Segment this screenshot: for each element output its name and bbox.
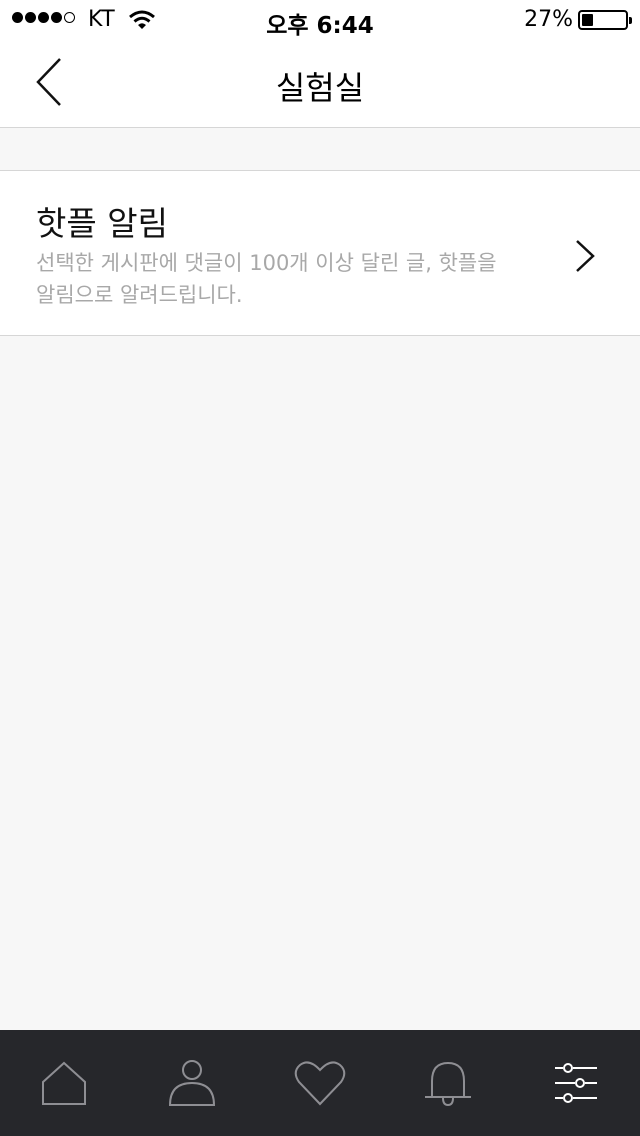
tab-bar (0, 1030, 640, 1136)
chevron-right-icon (574, 239, 596, 277)
heart-icon (294, 1061, 346, 1106)
hotplace-notification-row[interactable]: 핫플 알림 선택한 게시판에 댓글이 100개 이상 달린 글, 핫플을 알림으… (0, 170, 640, 336)
tab-favorites[interactable] (256, 1030, 384, 1136)
bell-icon (425, 1061, 471, 1107)
tab-notifications[interactable] (384, 1030, 512, 1136)
row-description: 선택한 게시판에 댓글이 100개 이상 달린 글, 핫플을 알림으로 알려드립… (36, 251, 497, 307)
tab-settings[interactable] (512, 1030, 640, 1136)
settings-sliders-icon (555, 1063, 597, 1103)
navigation-bar: 실험실 (0, 40, 640, 128)
page-title: 실험실 (275, 69, 365, 107)
battery-icon (578, 10, 632, 30)
home-icon (42, 1061, 86, 1105)
screen: KT 오후 6:44 27% 실험실 핫플 알림 선택한 게시판에 댓글이 10… (0, 0, 640, 1136)
row-title: 핫플 알림 (36, 204, 168, 243)
status-bar: KT 오후 6:44 27% (0, 0, 640, 40)
profile-icon (168, 1060, 216, 1106)
tab-profile[interactable] (128, 1030, 256, 1136)
battery-percent: 27% (524, 7, 573, 32)
tab-home[interactable] (0, 1030, 128, 1136)
